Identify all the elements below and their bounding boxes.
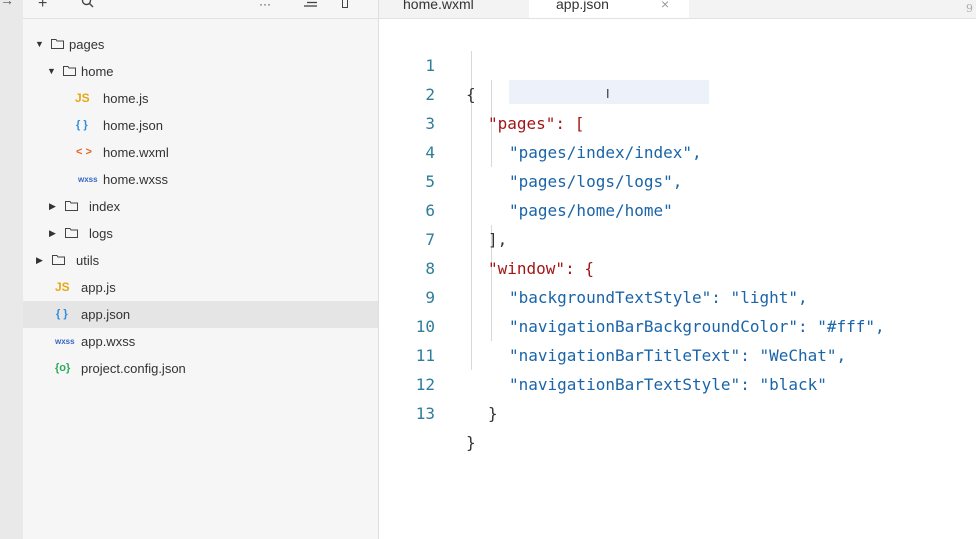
editor-tabs: home.wxml app.json × — [379, 0, 976, 19]
folder-open-icon — [63, 66, 76, 76]
more-icon[interactable]: ··· — [259, 0, 271, 14]
folder-open-icon — [51, 39, 64, 49]
tree-item-logs[interactable]: ▶ logs — [23, 220, 378, 247]
corner-text: 9 — [966, 2, 973, 15]
tab-label: app.json — [556, 0, 609, 12]
tree-item-app-wxss[interactable]: wxss app.wxss — [23, 328, 378, 355]
collapse-icon[interactable] — [304, 0, 317, 14]
search-icon[interactable] — [81, 0, 94, 14]
tree-item-label: home.json — [103, 118, 163, 133]
code-line: 7 "window": { — [379, 196, 976, 278]
code-line: 5 "pages/home/home" — [379, 138, 976, 220]
chevron-right-icon: ▶ — [36, 255, 43, 265]
tree-item-label: home.wxss — [103, 172, 169, 187]
close-icon[interactable]: × — [661, 0, 669, 14]
js-file-icon: JS — [55, 280, 70, 294]
js-file-icon: JS — [75, 91, 90, 105]
tab-app-json[interactable]: app.json × — [529, 0, 689, 18]
tree-item-utils[interactable]: ▶ utils — [23, 247, 378, 274]
tree-item-pages[interactable]: ▼ pages — [23, 31, 378, 58]
chevron-down-icon: ▼ — [47, 66, 56, 76]
folder-icon — [52, 255, 65, 265]
folder-icon — [65, 201, 78, 211]
layout-icon[interactable] — [342, 0, 356, 14]
config-file-icon: {o} — [55, 362, 71, 374]
tree-item-label: logs — [89, 226, 113, 241]
json-file-icon: { } — [56, 308, 68, 320]
line-number: 13 — [415, 404, 435, 423]
code-text: } — [488, 404, 498, 423]
code-line: 6 ], — [379, 167, 976, 249]
code-line: 8 "backgroundTextStyle": "light", — [379, 225, 976, 307]
chevron-down-icon: ▼ — [35, 39, 44, 49]
tree-item-label: index — [89, 199, 121, 214]
tree-item-label: home — [81, 64, 114, 79]
tree-item-home[interactable]: ▼ home — [23, 58, 378, 85]
plus-icon[interactable]: + — [38, 0, 47, 14]
explorer-toolbar: + ··· — [23, 0, 378, 19]
wxml-file-icon: < > — [76, 146, 92, 158]
tree-item-project-config[interactable]: {o} project.config.json — [23, 355, 378, 382]
code-editor[interactable]: 1 { 2 "pages": [ 3 "pages/index/index", … — [379, 19, 976, 539]
chevron-right-icon: ▶ — [49, 201, 56, 211]
chevron-right-icon: ▶ — [49, 228, 56, 238]
tree-item-label: home.wxml — [103, 145, 169, 160]
code-line: 3 "pages/index/index", — [379, 80, 976, 162]
tree-item-label: app.wxss — [81, 334, 136, 349]
code-line: 4 "pages/logs/logs", — [379, 109, 976, 191]
tree-item-label: app.js — [81, 280, 116, 295]
code-line: 2 "pages": [ — [379, 51, 976, 133]
text-cursor-icon: I — [606, 87, 610, 101]
tree-item-app-json[interactable]: { } app.json — [23, 301, 378, 328]
file-explorer: + ··· ▼ pages ▼ home JS home.js {} home… — [23, 0, 379, 539]
tree-item-label: project.config.json — [81, 361, 186, 376]
tree-item-home-json[interactable]: { } home.json — [23, 112, 378, 139]
folder-icon — [65, 228, 78, 238]
tree-item-label: app.json — [81, 307, 131, 322]
tree-item-index[interactable]: ▶ index — [23, 193, 378, 220]
tree-item-home-wxss[interactable]: wxss home.wxss — [23, 166, 378, 193]
code-line: 10 "navigationBarTitleText": "WeChat", — [379, 283, 976, 365]
code-line: 11 "navigationBarTextStyle": "black" — [379, 312, 976, 394]
tree-item-app-js[interactable]: JS app.js — [23, 274, 378, 301]
tree-item-home-js[interactable]: JS home.js — [23, 85, 378, 112]
arrow-right-icon[interactable]: → — [0, 0, 14, 8]
tab-label: home.wxml — [403, 0, 474, 12]
tree-item-label: pages — [69, 37, 105, 52]
tab-home-wxml[interactable]: home.wxml — [379, 0, 529, 18]
wxss-file-icon: wxss — [78, 175, 98, 184]
code-line: 13 } — [379, 370, 976, 452]
code-line: 9 "navigationBarBackgroundColor": "#fff"… — [379, 254, 976, 336]
tree-item-label: home.js — [103, 91, 149, 106]
code-line: 12 } — [379, 341, 976, 423]
tree-item-label: utils — [76, 253, 100, 268]
wxss-file-icon: wxss — [55, 337, 75, 346]
json-file-icon: { } — [76, 119, 88, 131]
activity-bar: → — [0, 0, 24, 539]
code-text: } — [466, 433, 476, 452]
tree-item-home-wxml[interactable]: < > home.wxml — [23, 139, 378, 166]
code-line: 1 { — [379, 22, 976, 104]
